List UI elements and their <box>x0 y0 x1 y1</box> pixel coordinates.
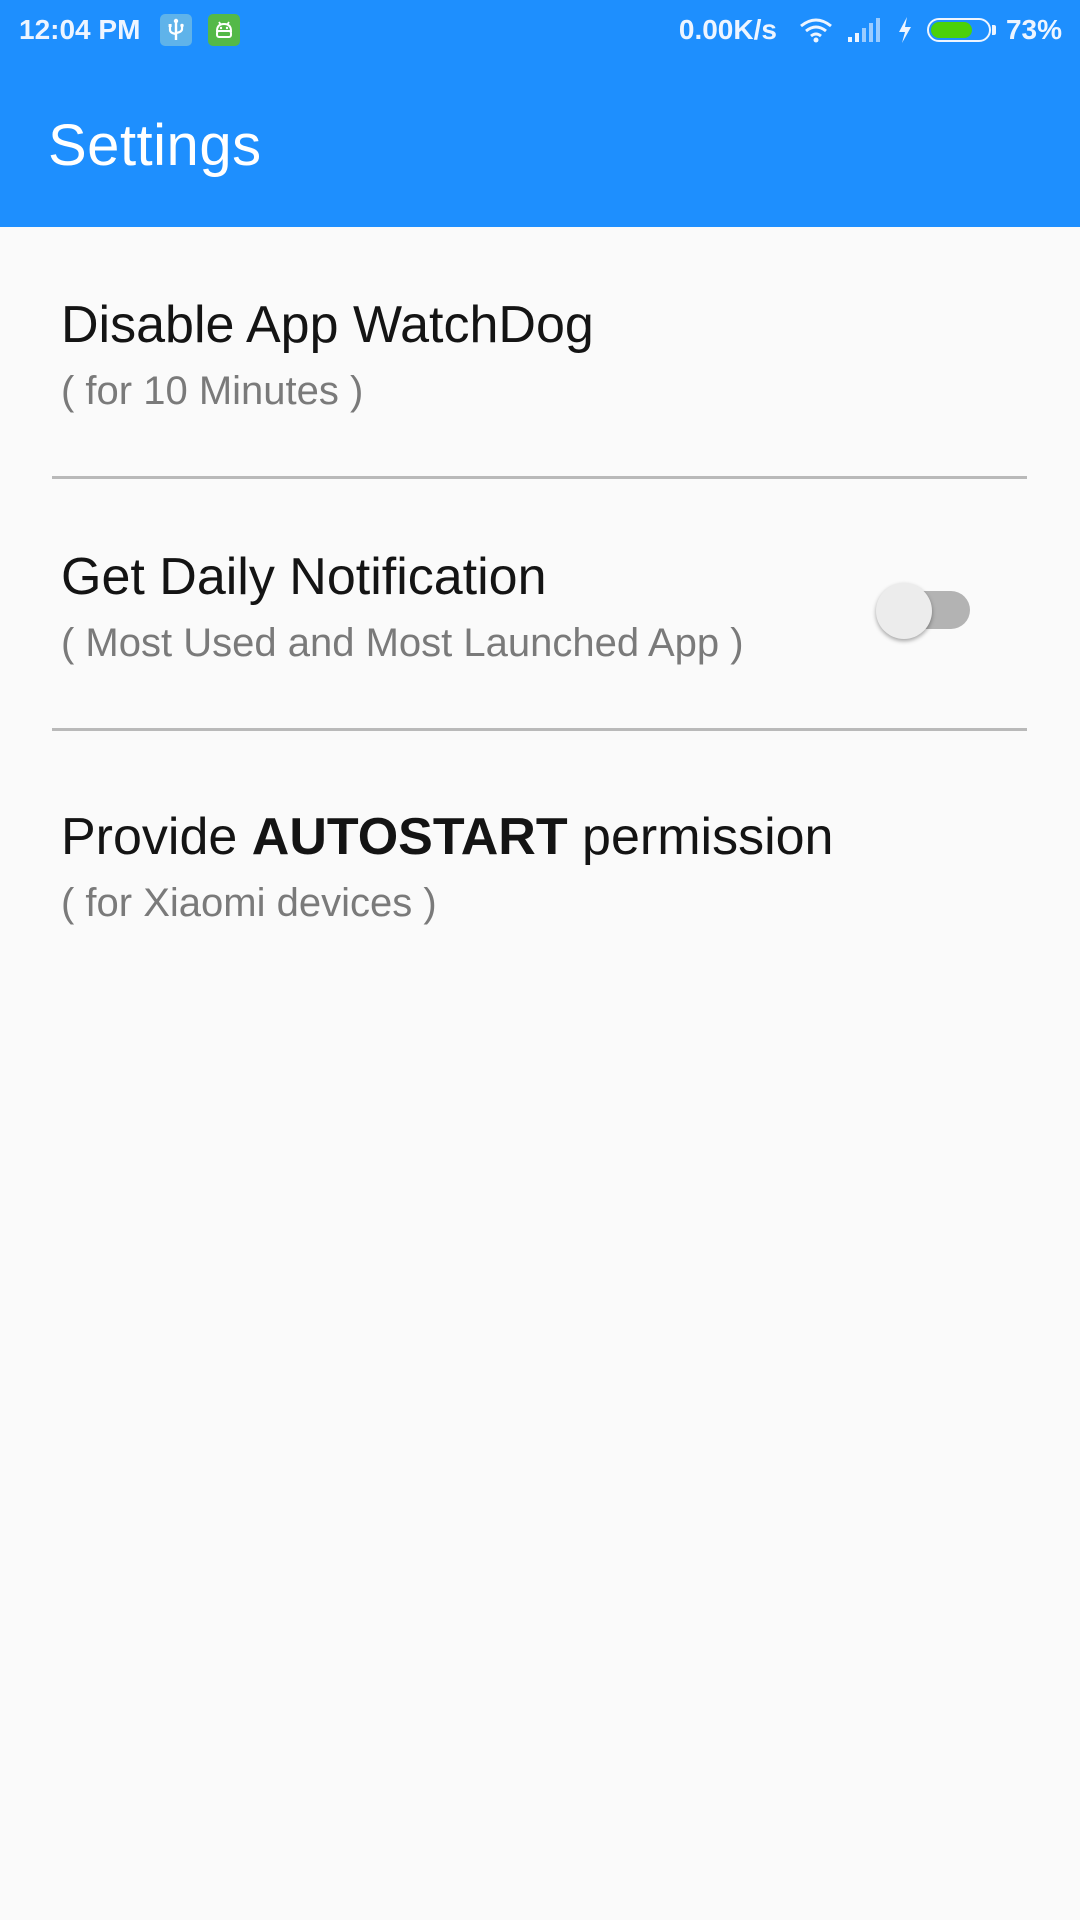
network-speed: 0.00K/s <box>678 14 777 45</box>
setting-title: Get Daily Notification <box>61 548 547 606</box>
status-bar-left: 12:04 PM <box>19 0 256 60</box>
setting-subtitle: ( for Xiaomi devices ) <box>61 881 437 925</box>
daily-notification-toggle[interactable] <box>876 577 976 639</box>
battery-icon <box>926 18 996 42</box>
wifi-icon <box>799 17 833 43</box>
setting-subtitle: ( for 10 Minutes ) <box>61 369 364 413</box>
setting-title-suffix: permission <box>567 808 834 866</box>
status-bar-right: 0.00K/s 73% <box>679 0 1062 60</box>
page-title: Settings <box>48 113 262 178</box>
status-time: 12:04 PM <box>19 14 141 45</box>
setting-autostart-permission[interactable]: Provide AUTOSTART permission ( for Xiaom… <box>0 731 1080 983</box>
android-icon <box>208 14 241 46</box>
battery-level <box>930 22 972 38</box>
setting-subtitle: ( Most Used and Most Launched App ) <box>61 621 744 665</box>
settings-list: Disable App WatchDog ( for 10 Minutes ) … <box>0 227 1080 983</box>
usb-icon <box>160 14 193 46</box>
setting-title-bold: AUTOSTART <box>251 808 568 866</box>
setting-disable-watchdog[interactable]: Disable App WatchDog ( for 10 Minutes ) <box>0 227 1080 479</box>
setting-title: Provide AUTOSTART permission <box>61 806 833 868</box>
setting-daily-notification[interactable]: Get Daily Notification ( Most Used and M… <box>0 479 1080 731</box>
app-header: 12:04 PM 0.00K/s 73% Settings <box>0 0 1080 227</box>
toggle-thumb <box>876 583 932 639</box>
battery-percent: 73% <box>1005 14 1062 45</box>
status-bar: 12:04 PM 0.00K/s 73% <box>0 0 1080 60</box>
setting-title-prefix: Provide <box>61 808 252 866</box>
setting-title: Disable App WatchDog <box>61 296 594 354</box>
signal-icon <box>847 17 883 43</box>
charging-icon <box>897 16 913 44</box>
